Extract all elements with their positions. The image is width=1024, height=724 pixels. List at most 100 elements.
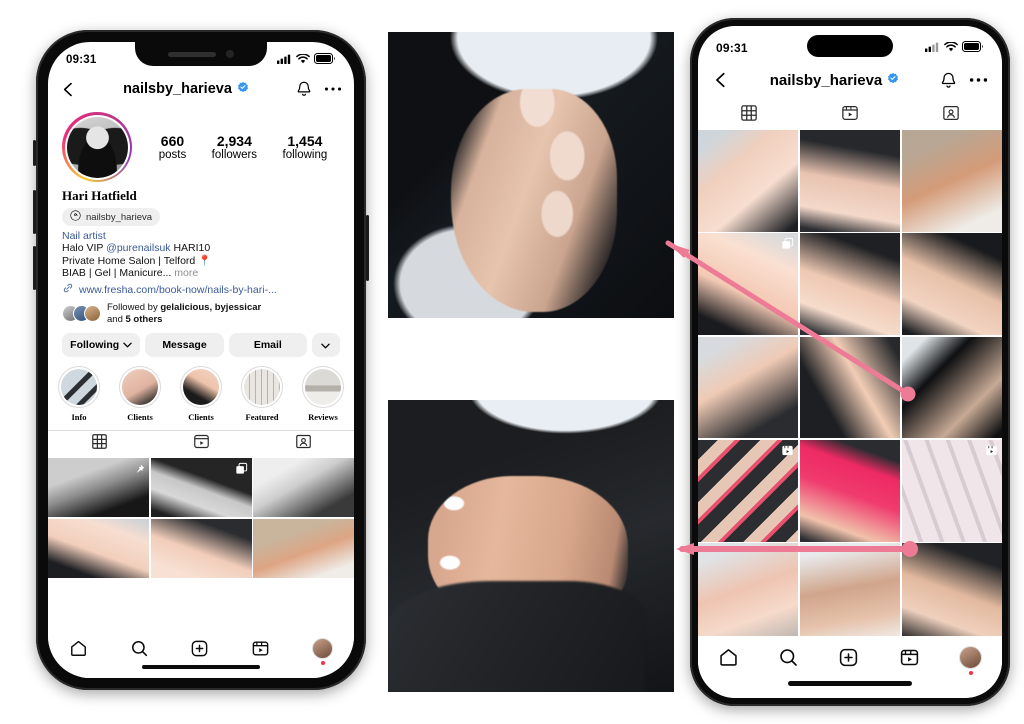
grid-cell[interactable]: [901, 130, 1002, 232]
profile-tabs: [48, 429, 354, 458]
grid-cell[interactable]: [901, 439, 1002, 542]
highlight-clients-1[interactable]: Clients: [119, 365, 161, 422]
bell-icon[interactable]: [295, 80, 313, 98]
grid-cell[interactable]: [698, 130, 799, 232]
stat-followers[interactable]: 2,934 followers: [212, 133, 257, 161]
more-options-button[interactable]: [311, 332, 340, 357]
back-icon[interactable]: [60, 81, 77, 98]
grid-cell[interactable]: [799, 543, 901, 645]
reels-icon: [985, 444, 998, 462]
profile-title: nailsby_harieva: [738, 71, 931, 89]
volume-up-button[interactable]: [33, 190, 36, 234]
battery-icon: [962, 39, 984, 57]
grid-cell[interactable]: [48, 457, 149, 517]
email-button[interactable]: Email: [228, 332, 307, 357]
power-button[interactable]: [366, 215, 369, 281]
highlight-reviews-label: Reviews: [308, 411, 338, 422]
notification-dot: [968, 670, 973, 675]
grid-cell[interactable]: [901, 543, 1002, 645]
grid-cell[interactable]: [253, 518, 354, 578]
tagged-tab[interactable]: [252, 431, 354, 458]
right-bottom-nav: [698, 636, 1002, 698]
profile-avatar-ring[interactable]: [62, 112, 132, 182]
following-button[interactable]: Following: [62, 332, 141, 357]
followed-by-text: Followed by gelalicious, byjessicar and …: [107, 302, 261, 326]
website-link[interactable]: www.fresha.com/book-now/nails-by-hari-..…: [62, 282, 340, 297]
profile-action-buttons: Following Message Email: [48, 326, 354, 357]
nav-create[interactable]: [838, 647, 859, 668]
screenshot-canvas: 09:31 nailsby_harieva 660 posts 2,934 fo…: [0, 0, 1024, 724]
status-time: 09:31: [716, 41, 748, 55]
stat-following-value: 1,454: [287, 133, 323, 149]
stat-following[interactable]: 1,454 following: [283, 133, 328, 161]
highlight-featured[interactable]: Featured: [241, 365, 283, 422]
reels-tab[interactable]: [799, 100, 900, 130]
highlight-reviews[interactable]: Reviews: [302, 365, 344, 422]
tagged-tab[interactable]: [901, 100, 1002, 130]
nav-reels[interactable]: [251, 639, 270, 658]
reels-tab[interactable]: [150, 431, 252, 458]
grid-cell[interactable]: [698, 439, 799, 542]
grid-cell[interactable]: [698, 336, 799, 439]
highlight-clients-2[interactable]: Clients: [180, 365, 222, 422]
grid-cell[interactable]: [799, 233, 901, 336]
highlight-info[interactable]: Info: [58, 365, 100, 422]
nav-search[interactable]: [130, 639, 149, 658]
nav-search[interactable]: [778, 647, 799, 668]
grid-cell[interactable]: [799, 130, 901, 232]
grid-cell[interactable]: [150, 457, 252, 517]
story-highlights: Info Clients Clients Featured Reviews: [48, 357, 354, 422]
chevron-down-icon: [123, 339, 132, 351]
link-icon: [62, 282, 74, 297]
ellipsis-icon[interactable]: [969, 77, 988, 83]
right-phone-screen: 09:31 nailsby_harieva: [698, 26, 1002, 698]
grid-cell[interactable]: [799, 336, 901, 439]
grid-tab[interactable]: [48, 431, 150, 458]
grid-cell[interactable]: [698, 543, 799, 645]
message-button[interactable]: Message: [145, 332, 224, 357]
volume-down-button[interactable]: [33, 246, 36, 290]
silent-switch[interactable]: [33, 140, 36, 166]
nav-home[interactable]: [69, 639, 88, 658]
photo-top[interactable]: [388, 32, 674, 318]
bio-more-link[interactable]: more: [171, 267, 198, 279]
grid-cell[interactable]: [150, 518, 252, 578]
bio-code: HARI10: [170, 242, 211, 254]
followed-by-row[interactable]: Followed by gelalicious, byjessicar and …: [48, 297, 354, 326]
profile-tabs: [698, 100, 1002, 130]
followed-by-suffix: and: [107, 313, 126, 325]
grid-cell[interactable]: [698, 233, 799, 336]
threads-badge[interactable]: nailsby_harieva: [62, 208, 161, 226]
nav-avatar: [312, 637, 334, 659]
bell-icon[interactable]: [939, 71, 958, 90]
highlight-info-label: Info: [71, 411, 87, 422]
threads-icon: [70, 210, 81, 224]
bio-mention[interactable]: @purenailsuk: [106, 242, 170, 254]
chevron-down-icon: [321, 337, 331, 352]
grid-cell[interactable]: [901, 233, 1002, 336]
cellular-icon: [925, 39, 940, 57]
cellular-icon: [277, 51, 292, 69]
profile-summary: 660 posts 2,934 followers 1,454 followin…: [48, 106, 354, 182]
status-time: 09:31: [66, 54, 97, 66]
stat-posts[interactable]: 660 posts: [159, 133, 187, 161]
grid-cell[interactable]: [48, 518, 149, 578]
grid-tab[interactable]: [698, 100, 799, 130]
grid-cell[interactable]: [253, 457, 354, 517]
ellipsis-icon[interactable]: [324, 86, 342, 92]
avatar[interactable]: [66, 116, 128, 178]
grid-cell[interactable]: [901, 336, 1002, 439]
nav-home[interactable]: [718, 647, 739, 668]
grid-cell[interactable]: [799, 439, 901, 542]
nav-profile[interactable]: [312, 637, 334, 665]
nav-reels[interactable]: [899, 647, 920, 668]
followed-by-avatars: [62, 305, 101, 323]
followed-by-names: gelalicious, byjessicar: [160, 302, 262, 313]
back-icon[interactable]: [712, 71, 730, 89]
nav-create[interactable]: [190, 639, 209, 658]
profile-username: nailsby_harieva: [123, 81, 232, 97]
nav-profile[interactable]: [959, 645, 983, 675]
highlight-clients-2-label: Clients: [188, 411, 214, 422]
photo-bottom[interactable]: [388, 400, 674, 692]
pinned-icon: [134, 462, 145, 480]
